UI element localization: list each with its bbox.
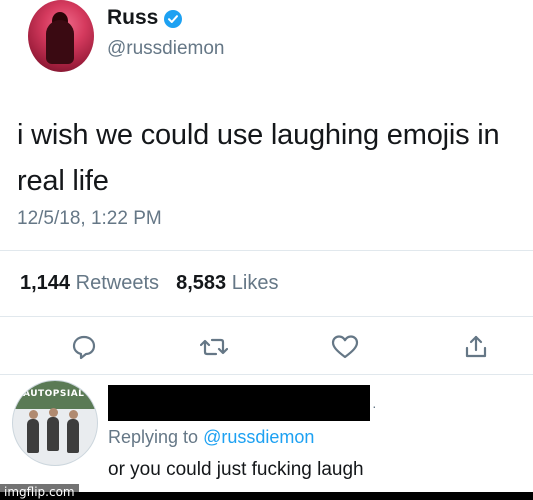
replying-prefix: Replying to bbox=[108, 427, 199, 447]
author-handle[interactable]: @russdiemon bbox=[107, 38, 225, 60]
reply-icon[interactable] bbox=[66, 329, 102, 365]
divider bbox=[0, 374, 533, 375]
verified-badge-icon bbox=[164, 10, 182, 28]
retweets-count[interactable]: 1,144 bbox=[20, 272, 70, 294]
likes-label[interactable]: Likes bbox=[232, 272, 279, 294]
replying-to-line: Replying to @russdiemon bbox=[108, 427, 314, 448]
tweet-timestamp[interactable]: 12/5/18, 1:22 PM bbox=[17, 208, 162, 230]
tweet-stats: 1,144 Retweets 8,583 Likes bbox=[20, 272, 278, 295]
separator-dot: · bbox=[372, 398, 377, 414]
reply-avatar-text: AUTOPSIAL bbox=[23, 389, 85, 399]
author-name[interactable]: Russ bbox=[107, 6, 158, 30]
share-icon[interactable] bbox=[458, 329, 494, 365]
bottom-edge bbox=[0, 492, 533, 500]
reply-avatar[interactable]: AUTOPSIAL bbox=[12, 380, 98, 466]
watermark: imgflip.com bbox=[0, 484, 79, 500]
replying-handle-link[interactable]: @russdiemon bbox=[203, 427, 314, 447]
reply-text: or you could just fucking laugh bbox=[108, 459, 364, 480]
divider bbox=[0, 250, 533, 251]
retweets-label[interactable]: Retweets bbox=[76, 272, 159, 294]
tweet-text: i wish we could use laughing emojis in r… bbox=[17, 119, 500, 197]
retweet-icon[interactable] bbox=[196, 329, 232, 365]
redacted-username-bar bbox=[108, 385, 370, 421]
likes-count[interactable]: 8,583 bbox=[176, 272, 226, 294]
author-avatar[interactable] bbox=[28, 0, 94, 72]
like-icon[interactable] bbox=[327, 329, 363, 365]
divider bbox=[0, 316, 533, 317]
